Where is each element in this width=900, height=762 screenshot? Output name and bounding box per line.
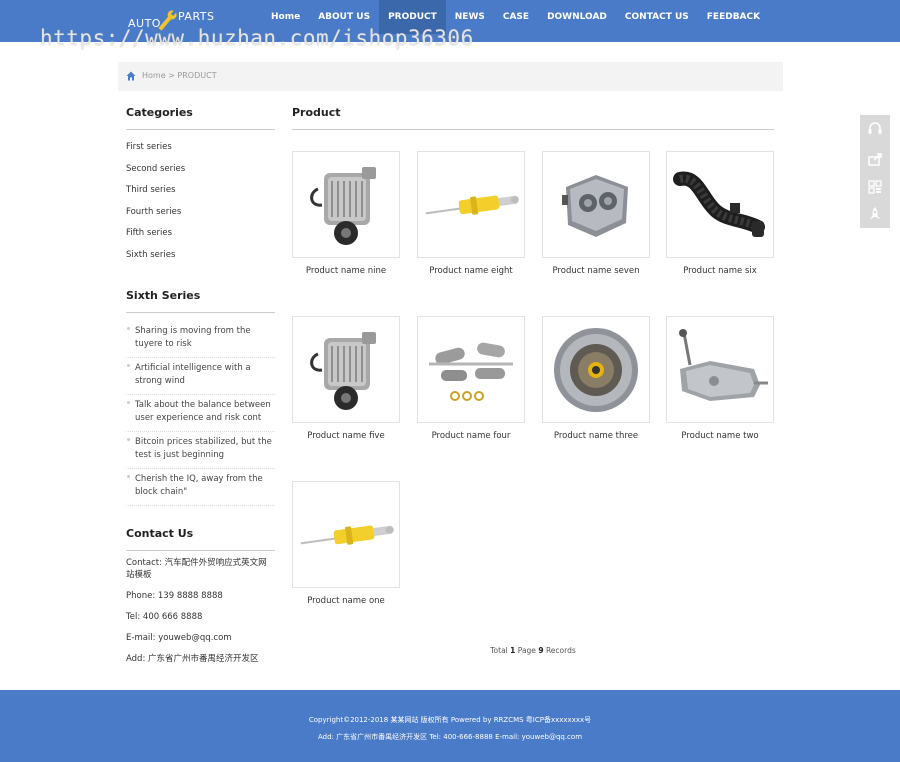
product-name[interactable]: Product name three xyxy=(542,431,650,441)
contact-info: Contact: 汽车配件外贸响应式英文网站模板 Phone: 139 8888… xyxy=(126,557,275,665)
product-image[interactable] xyxy=(417,316,525,423)
breadcrumb-home-link[interactable]: Home xyxy=(142,71,166,80)
bullet-icon xyxy=(127,401,130,404)
headset-icon[interactable] xyxy=(867,121,883,137)
category-item[interactable]: Sixth series xyxy=(126,250,275,272)
bullet-icon xyxy=(127,364,130,367)
product-name[interactable]: Product name nine xyxy=(292,266,400,276)
footer-contact: Add: 广东省广州市番禺经济开发区 Tel: 400-666-8888 E-m… xyxy=(317,733,583,741)
bullet-icon xyxy=(127,475,130,478)
product-card[interactable]: Product name eight xyxy=(417,151,525,276)
news-item[interactable]: Cherish the IQ, away from the block chai… xyxy=(126,469,275,506)
news-link[interactable]: Sharing is moving from the tuyere to ris… xyxy=(135,326,251,349)
product-card[interactable]: Product name nine xyxy=(292,151,400,276)
breadcrumb: Home > PRODUCT xyxy=(118,62,783,91)
product-image[interactable] xyxy=(542,151,650,258)
footer: Copyright©2012-2018 某某网站 版权所有 Powered by… xyxy=(0,690,900,762)
contact-person: Contact: 汽车配件外贸响应式英文网站模板 xyxy=(126,558,267,580)
product-image[interactable] xyxy=(666,151,774,258)
exhaust-parts-icon xyxy=(429,342,513,401)
news-link[interactable]: Talk about the balance between user expe… xyxy=(135,400,271,423)
product-image[interactable] xyxy=(666,316,774,423)
news-list: Sharing is moving from the tuyere to ris… xyxy=(126,321,275,506)
product-image[interactable] xyxy=(292,481,400,588)
main-content: Product Product name nine Product name e… xyxy=(292,106,774,655)
contact-address: Add: 广东省广州市番禺经济开发区 xyxy=(126,654,259,664)
news-link[interactable]: Bitcoin prices stabilized, but the test … xyxy=(135,437,272,460)
pager-page-label: Page xyxy=(517,646,536,655)
product-card[interactable]: Product name three xyxy=(542,316,650,441)
category-list: First series Second series Third series … xyxy=(126,142,275,271)
home-icon xyxy=(126,71,136,81)
product-image[interactable] xyxy=(292,151,400,258)
breadcrumb-separator: > xyxy=(168,71,175,80)
product-image[interactable] xyxy=(417,151,525,258)
product-card[interactable]: Product name seven xyxy=(542,151,650,276)
shock-absorber-icon xyxy=(300,525,394,545)
product-card[interactable]: Product name six xyxy=(666,151,774,276)
pager-records: 9 xyxy=(538,646,544,655)
clutch-icon xyxy=(554,327,638,412)
bullet-icon xyxy=(127,327,130,330)
product-name[interactable]: Product name one xyxy=(292,596,400,606)
news-item[interactable]: Bitcoin prices stabilized, but the test … xyxy=(126,432,275,469)
contact-tel: Tel: 400 666 8888 xyxy=(126,612,203,622)
qrcode-icon[interactable] xyxy=(867,179,883,195)
product-name[interactable]: Product name two xyxy=(666,431,774,441)
gearbox-icon xyxy=(679,328,768,401)
categories-title: Categories xyxy=(126,106,275,130)
footer-copyright: Copyright©2012-2018 某某网站 版权所有 Powered by… xyxy=(308,716,592,724)
logo-parts-text: PARTS xyxy=(178,10,215,23)
sidebar: Categories First series Second series Th… xyxy=(126,106,275,674)
category-item[interactable]: Third series xyxy=(126,185,275,207)
product-card[interactable]: Product name two xyxy=(666,316,774,441)
supercharger-icon xyxy=(310,331,376,410)
pagination: Total 1 Page 9 Records xyxy=(292,646,774,655)
watermark: https://www.huzhan.com/ishop36306 xyxy=(40,26,474,50)
news-link[interactable]: Cherish the IQ, away from the block chai… xyxy=(135,474,263,497)
product-name[interactable]: Product name four xyxy=(417,431,525,441)
page-title: Product xyxy=(292,106,774,130)
nav-case[interactable]: CASE xyxy=(494,0,538,34)
news-title: Sixth Series xyxy=(126,289,275,313)
contact-title: Contact Us xyxy=(126,527,275,551)
shock-absorber-icon xyxy=(425,195,519,215)
nav-download[interactable]: DOWNLOAD xyxy=(538,0,616,34)
supercharger-icon xyxy=(310,166,376,245)
floating-toolbar xyxy=(860,115,890,228)
product-name[interactable]: Product name five xyxy=(292,431,400,441)
news-item[interactable]: Sharing is moving from the tuyere to ris… xyxy=(126,321,275,358)
breadcrumb-current: PRODUCT xyxy=(177,71,217,80)
category-item[interactable]: Fifth series xyxy=(126,228,275,250)
rocket-icon[interactable] xyxy=(867,206,883,222)
product-image[interactable] xyxy=(292,316,400,423)
product-image[interactable] xyxy=(542,316,650,423)
category-item[interactable]: Fourth series xyxy=(126,207,275,229)
pager-total-label: Total xyxy=(490,646,508,655)
engine-block-icon xyxy=(562,174,628,237)
product-name[interactable]: Product name seven xyxy=(542,266,650,276)
product-name[interactable]: Product name eight xyxy=(417,266,525,276)
news-link[interactable]: Artificial intelligence with a strong wi… xyxy=(135,363,251,386)
share-icon[interactable] xyxy=(867,151,883,167)
product-card[interactable]: Product name four xyxy=(417,316,525,441)
category-item[interactable]: Second series xyxy=(126,164,275,186)
nav-contact-us[interactable]: CONTACT US xyxy=(616,0,698,34)
product-card[interactable]: Product name five xyxy=(292,316,400,441)
news-item[interactable]: Talk about the balance between user expe… xyxy=(126,395,275,432)
product-card[interactable]: Product name one xyxy=(292,481,400,606)
pager-pages: 1 xyxy=(510,646,516,655)
contact-email[interactable]: E-mail: youweb@qq.com xyxy=(126,632,275,644)
bullet-icon xyxy=(127,438,130,441)
category-item[interactable]: First series xyxy=(126,142,275,164)
product-name[interactable]: Product name six xyxy=(666,266,774,276)
pager-records-label: Records xyxy=(545,646,576,655)
news-item[interactable]: Artificial intelligence with a strong wi… xyxy=(126,358,275,395)
breadcrumb-trail: Home > PRODUCT xyxy=(142,71,217,80)
intake-hose-icon xyxy=(673,171,765,237)
contact-phone: Phone: 139 8888 8888 xyxy=(126,591,223,601)
nav-feedback[interactable]: FEEDBACK xyxy=(698,0,769,34)
